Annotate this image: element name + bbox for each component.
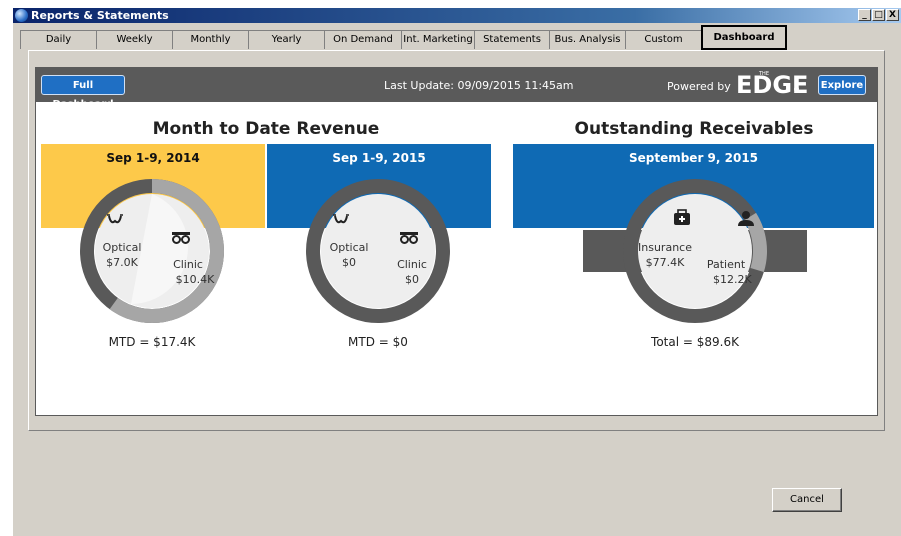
period-2014-label: Sep 1-9, 2014: [106, 151, 200, 165]
tab-monthly[interactable]: Monthly: [172, 30, 249, 49]
minimize-button[interactable]: _: [858, 9, 871, 21]
insurance-receivables: Insurance $77.4K: [634, 240, 696, 270]
mtd-2015-total: MTD = $0: [348, 335, 408, 349]
tab-dashboard[interactable]: Dashboard: [701, 25, 787, 50]
tab-statements[interactable]: Statements: [474, 30, 550, 49]
clinic-2015-value: $0: [405, 273, 419, 286]
optical-2014-value: $7.0K: [106, 256, 138, 269]
clinic-2015: Clinic $0: [387, 257, 437, 287]
insurance-value: $77.4K: [645, 256, 685, 269]
tab-on-demand[interactable]: On Demand: [324, 30, 402, 49]
tab-daily[interactable]: Daily: [20, 30, 97, 49]
revenue-title: Month to Date Revenue: [152, 119, 380, 139]
clinic-2014-label: Clinic: [173, 258, 203, 271]
patient-value: $12.2K: [713, 273, 752, 286]
optical-2015-value: $0: [342, 256, 356, 269]
last-update: Last Update: 09/09/2015 11:45am: [384, 79, 574, 92]
dashboard-area: Full Dashboard Last Update: 09/09/2015 1…: [35, 67, 878, 416]
optical-2014: Optical $7.0K: [94, 240, 150, 270]
mtd-2014-total: MTD = $17.4K: [108, 335, 196, 349]
clinic-2014-value: $10.4K: [175, 273, 215, 286]
dashboard-toolbar: Full Dashboard Last Update: 09/09/2015 1…: [36, 68, 877, 110]
window-title: Reports & Statements: [31, 9, 169, 22]
cancel-button[interactable]: Cancel: [772, 488, 842, 512]
receivables-title: Outstanding Receivables: [574, 119, 814, 139]
close-button[interactable]: X: [886, 9, 899, 21]
optical-2015: Optical $0: [322, 240, 376, 270]
title-bar: Reports & Statements _ □ X: [13, 8, 901, 23]
clinic-2014: Clinic $10.4K: [158, 257, 218, 287]
full-dashboard-button[interactable]: Full Dashboard: [41, 75, 125, 110]
tab-int-marketing[interactable]: Int. Marketing: [401, 30, 475, 49]
clinic-2015-label: Clinic: [397, 258, 427, 271]
receivables-date: September 9, 2015: [628, 151, 759, 165]
tab-weekly[interactable]: Weekly: [96, 30, 173, 49]
patient-receivables: Patient $12.2K: [701, 257, 752, 287]
optical-2015-label: Optical: [329, 241, 369, 254]
app-icon: [15, 9, 28, 22]
tab-bus-analysis[interactable]: Bus. Analysis: [549, 30, 626, 49]
maximize-button[interactable]: □: [872, 9, 885, 21]
powered-by-label: Powered by: [667, 80, 731, 93]
explore-button[interactable]: Explore: [818, 75, 866, 95]
brand-registered: ®: [793, 86, 800, 94]
patient-label: Patient: [706, 258, 746, 271]
period-2015-label: Sep 1-9, 2015: [332, 151, 426, 165]
tab-yearly[interactable]: Yearly: [248, 30, 325, 49]
receivables-total: Total = $89.6K: [651, 335, 739, 349]
tab-custom[interactable]: Custom: [625, 30, 702, 49]
optical-2014-label: Optical: [102, 241, 142, 254]
insurance-label: Insurance: [638, 241, 692, 254]
